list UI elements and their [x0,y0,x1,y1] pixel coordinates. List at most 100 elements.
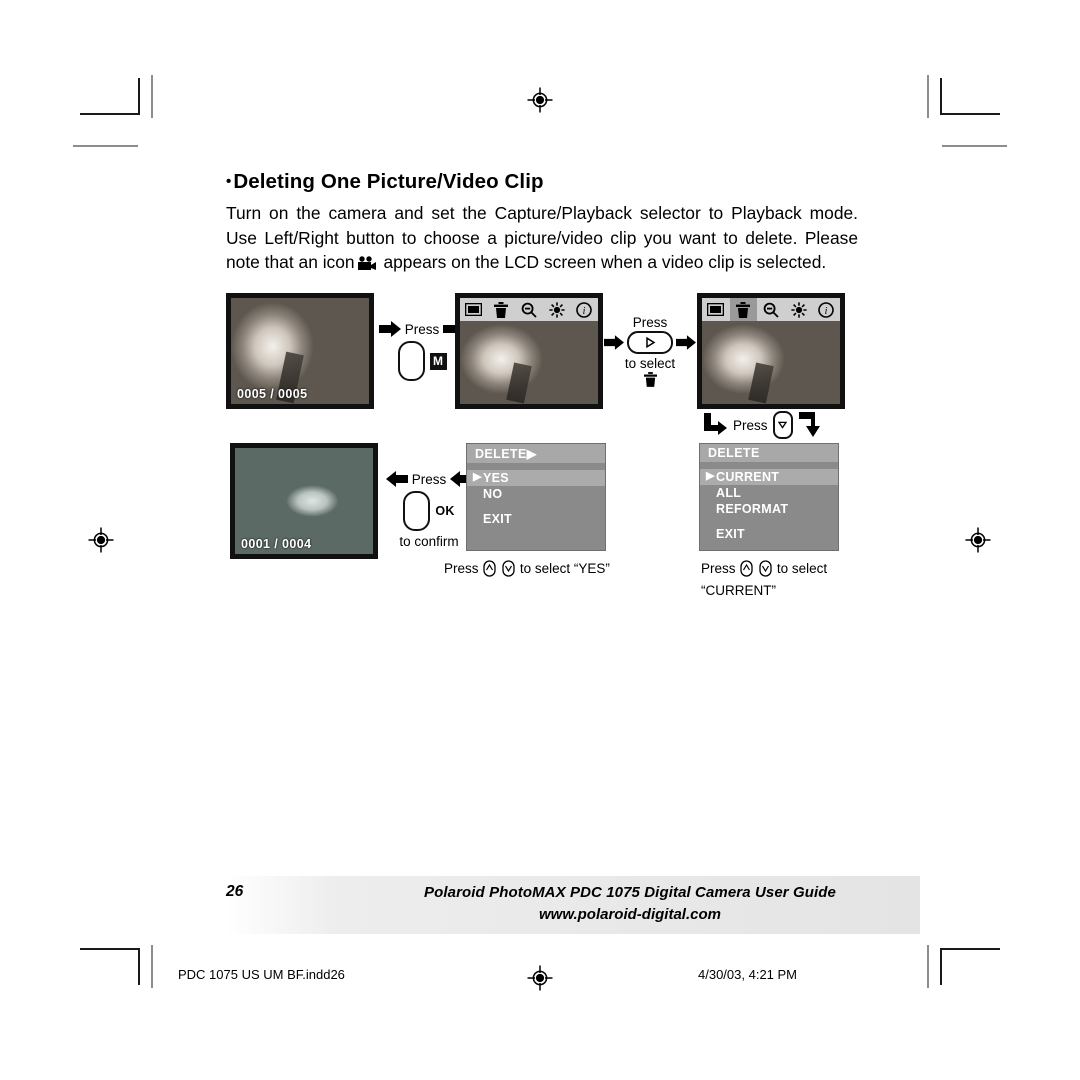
lcd-screen-photo-2: 0001 / 0004 [230,443,378,559]
mode-button[interactable] [397,341,425,381]
page-title: •Deleting One Picture/Video Clip [226,170,866,194]
brightness-icon[interactable] [785,298,813,321]
bleed-mark [942,145,1007,147]
menu-item-exit[interactable]: EXIT [467,511,605,527]
down-button[interactable] [772,411,793,439]
info-icon[interactable]: i [812,298,840,321]
menu-item-label: EXIT [483,512,512,526]
production-timestamp: 4/30/03, 4:21 PM [698,967,798,982]
delete-confirm-menu[interactable]: DELETE▶ ▶ YES NO EXIT [466,443,606,551]
brightness-icon[interactable] [543,298,571,321]
menu-item-label: EXIT [716,527,745,541]
crop-trim-mark [138,78,140,115]
lcd-icon-toolbar[interactable]: i [460,298,598,321]
ok-button-label: OK [435,504,455,518]
menu-item-label: YES [483,471,509,485]
menu-title: DELETE▶ [467,444,605,466]
menu-item-all[interactable]: ALL [700,485,838,501]
lcd-screen-photo-1: 0005 / 0005 [226,293,374,409]
menu-item-label: CURRENT [716,470,780,484]
arrow-right-icon [378,321,401,337]
up-button-icon [483,560,496,582]
registration-target-icon [527,87,553,113]
trash-icon [604,372,696,392]
caption-text-select: to select “YES” [519,561,610,576]
menu-item-reformat[interactable]: REFORMAT [700,501,838,517]
frame-icon[interactable] [702,298,730,321]
lcd-screen-menu-1: i [455,293,603,409]
registration-target-icon [88,527,114,553]
up-button-icon [740,560,753,582]
selection-marker: ▶ [473,471,482,483]
elbow-arrow-icon [704,413,727,435]
crop-trim-mark [80,948,140,950]
crop-trim-mark [80,113,140,115]
down-button-icon [759,560,772,582]
bleed-mark [927,945,929,988]
photo-counter: 0005 / 0005 [237,387,308,401]
caption-text-press: Press [701,561,736,576]
lcd-screen-menu-2: i [697,293,845,409]
bullet-glyph: • [226,173,232,190]
info-icon[interactable]: i [570,298,598,321]
menu-item-no[interactable]: NO [467,486,605,502]
menu-item-label: REFORMAT [716,502,789,516]
crop-trim-mark [940,948,942,985]
page-number: 26 [226,883,244,900]
footer-url: www.polaroid-digital.com [539,906,721,923]
step-label-to-select: to select [624,356,676,371]
step-label-press: Press [404,321,440,337]
ok-button[interactable] [403,491,431,531]
menu-item-label: ALL [716,486,742,500]
right-button[interactable] [627,331,673,354]
caption-select-current: Press to select “CURRENT” [701,560,839,600]
step-label-press: Press [632,315,668,330]
step-label-press: Press [411,471,447,487]
body-paragraph: Turn on the camera and set the Capture/P… [226,201,858,278]
menu-item-yes[interactable]: ▶ YES [467,470,605,486]
lcd-icon-toolbar[interactable]: i [702,298,840,321]
menu-item-current[interactable]: ▶ CURRENT [700,469,838,485]
caption-text-current: “CURRENT” [701,583,776,598]
menu-title: DELETE [700,444,838,465]
mode-button-label: M [429,352,447,370]
two-kids-photo [702,321,840,404]
svg-text:i: i [583,306,586,317]
crop-trim-mark [940,113,1000,115]
crop-trim-mark [940,78,942,115]
caption-text-press: Press [444,561,479,576]
down-button-icon [502,560,515,582]
elbow-arrow-down-icon [798,412,820,437]
selection-marker: ▶ [706,470,715,482]
menu-item-label: NO [483,487,503,501]
caption-text-select: to select [776,561,828,576]
zoom-out-icon[interactable] [515,298,543,321]
bleed-mark [73,145,138,147]
video-camera-icon [357,253,377,278]
frame-icon[interactable] [460,298,488,321]
zoom-out-icon[interactable] [757,298,785,321]
two-kids-photo [460,321,598,404]
bleed-mark [151,75,153,118]
production-filename: PDC 1075 US UM BF.indd26 [178,967,345,982]
svg-text:i: i [825,306,828,317]
registration-target-icon [527,965,553,991]
registration-target-icon [965,527,991,553]
arrow-left-icon [385,471,408,487]
bleed-mark [151,945,153,988]
arrow-right-icon [676,335,696,350]
photo-counter: 0001 / 0004 [241,537,312,551]
crop-trim-mark [138,948,140,985]
footer-title: Polaroid PhotoMAX PDC 1075 Digital Camer… [424,884,836,901]
delete-scope-menu[interactable]: DELETE ▶ CURRENT ALL REFORMAT EXIT [699,443,839,551]
delete-workflow-diagram: 0005 / 0005 Press M i Press to select i … [226,293,866,603]
step-label-press: Press [733,417,768,433]
arrow-right-icon [604,335,624,350]
page-content: •Deleting One Picture/Video Clip Turn on… [226,170,866,278]
menu-item-exit[interactable]: EXIT [700,526,838,542]
bleed-mark [927,75,929,118]
body-text-part2: appears on the LCD screen when a video c… [383,252,827,273]
trash-icon[interactable] [729,298,758,321]
trash-icon[interactable] [488,298,516,321]
page-title-text: Deleting One Picture/Video Clip [233,170,544,193]
